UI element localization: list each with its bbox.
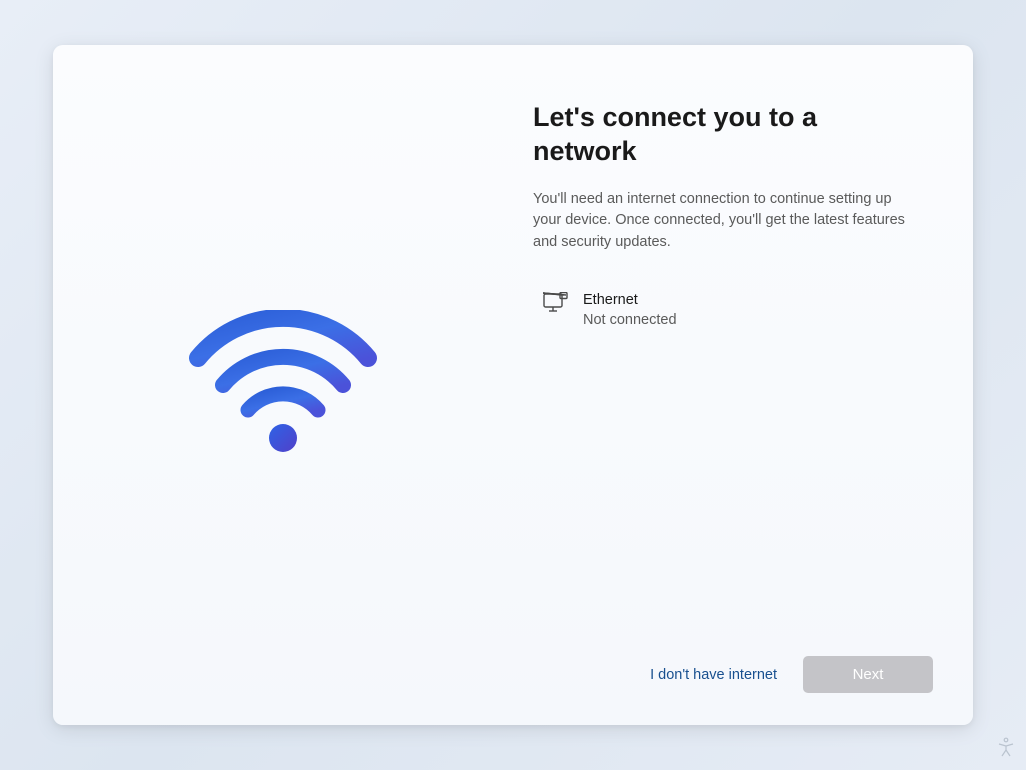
content-pane: Let's connect you to a network You'll ne… (513, 45, 973, 725)
ethernet-icon (543, 292, 569, 319)
skip-internet-link[interactable]: I don't have internet (650, 667, 777, 683)
illustration-pane (53, 45, 513, 725)
setup-card: Let's connect you to a network You'll ne… (53, 45, 973, 725)
page-title: Let's connect you to a network (533, 101, 925, 169)
network-status: Not connected (583, 310, 677, 330)
wifi-icon (183, 285, 383, 485)
accessibility-icon[interactable] (996, 737, 1016, 762)
network-name: Ethernet (583, 290, 677, 310)
network-item-ethernet[interactable]: Ethernet Not connected (533, 286, 925, 335)
footer-actions: I don't have internet Next (650, 656, 933, 693)
network-text: Ethernet Not connected (583, 290, 677, 331)
next-button[interactable]: Next (803, 656, 933, 693)
page-description: You'll need an internet connection to co… (533, 189, 925, 254)
